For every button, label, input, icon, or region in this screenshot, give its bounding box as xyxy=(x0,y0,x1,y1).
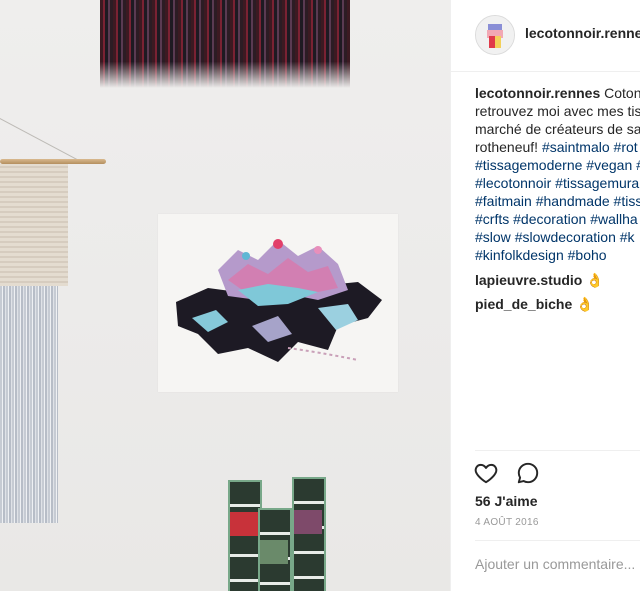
caption-line: #crfts #decoration #wallha xyxy=(475,210,640,228)
hashtag-link[interactable]: #vegan xyxy=(586,157,632,173)
hashtag-link[interactable]: #slowdecoration xyxy=(515,229,616,245)
post-caption: lecotonnoir.rennes Coton retrouvez moi av… xyxy=(475,84,640,264)
caption-username[interactable]: lecotonnoir.rennes xyxy=(475,85,600,101)
caption-line: marché de créateurs de sa xyxy=(475,120,640,138)
hashtag-link[interactable]: #tissagemura xyxy=(555,175,639,191)
hashtag-link[interactable]: #rot xyxy=(614,139,638,155)
weaving-threads xyxy=(0,286,58,523)
hashtag-link[interactable]: #faitmain xyxy=(475,193,532,209)
hashtag-link[interactable]: #handmade xyxy=(536,193,610,209)
caption-line: #slow #slowdecoration #k xyxy=(475,228,640,246)
post-photo[interactable]: › › › xyxy=(0,0,450,591)
post-author-username[interactable]: lecotonnoir.rennes xyxy=(525,25,640,41)
divider xyxy=(475,540,640,541)
caption-text: retrouvez moi avec mes tis xyxy=(475,103,640,119)
wall-hanging-fringe xyxy=(100,0,350,88)
hashtag-link[interactable]: #tiss xyxy=(614,193,640,209)
caption-line: #lecotonnoir #tissagemura xyxy=(475,174,640,192)
caption-line: #kinfolkdesign #boho xyxy=(475,246,640,264)
caption-line: rotheneuf! #saintmalo #rot xyxy=(475,138,640,156)
avatar-image xyxy=(476,16,514,54)
comment-username[interactable]: pied_de_biche xyxy=(475,296,572,312)
hashtag-link[interactable]: #slow xyxy=(475,229,511,245)
hashtag-link[interactable]: #boho xyxy=(568,247,607,263)
comment-username[interactable]: lapieuvre.studio xyxy=(475,272,582,288)
hanging-string xyxy=(0,118,80,162)
post-date[interactable]: 4 août 2016 xyxy=(475,517,539,528)
photo-booth-picture xyxy=(260,540,288,564)
caption-text: marché de créateurs de sa xyxy=(475,121,640,137)
photo-booth-picture xyxy=(294,510,322,534)
hashtag-link[interactable]: #wallha xyxy=(590,211,637,227)
ok-hand-emoji: 👌 xyxy=(576,296,594,312)
caption-text: rotheneuf! xyxy=(475,139,542,155)
hashtag-link[interactable]: #lecotonnoir xyxy=(475,175,551,191)
speech-bubble-icon[interactable] xyxy=(515,460,543,488)
hashtag-link[interactable]: #decoration xyxy=(513,211,586,227)
comment-item: pied_de_biche 👌 xyxy=(475,296,594,313)
hashtag-link[interactable]: #crfts xyxy=(475,211,509,227)
add-comment-input[interactable] xyxy=(475,556,640,572)
ok-hand-emoji: 👌 xyxy=(586,272,604,288)
comment-item: lapieuvre.studio 👌 xyxy=(475,272,604,289)
caption-line: lecotonnoir.rennes Coton xyxy=(475,84,640,102)
caption-line: #tissagemoderne #vegan # xyxy=(475,156,640,174)
heart-outline-icon[interactable] xyxy=(473,460,501,488)
avatar[interactable] xyxy=(475,15,515,55)
divider xyxy=(475,450,640,451)
photo-booth-picture xyxy=(230,512,258,536)
hashtag-link[interactable]: #k xyxy=(620,229,635,245)
hashtag-link[interactable]: #tissagemoderne xyxy=(475,157,582,173)
hashtag-link[interactable]: #kinfolkdesign xyxy=(475,247,564,263)
woven-panel: › › › xyxy=(0,164,68,400)
hashtag-link[interactable]: #saintmalo xyxy=(542,139,610,155)
caption-line: #faitmain #handmade #tiss xyxy=(475,192,640,210)
like-count[interactable]: 56 J'aime xyxy=(475,493,538,509)
post-sidebar: lecotonnoir.rennes lecotonnoir.rennes Co… xyxy=(450,0,640,591)
photo-strip xyxy=(292,477,326,591)
post-header: lecotonnoir.rennes xyxy=(451,0,640,72)
caption-text: Coton xyxy=(600,85,640,101)
island-illustration xyxy=(176,239,382,362)
caption-line: retrouvez moi avec mes tis xyxy=(475,102,640,120)
hashtag-link[interactable]: # xyxy=(632,157,640,173)
